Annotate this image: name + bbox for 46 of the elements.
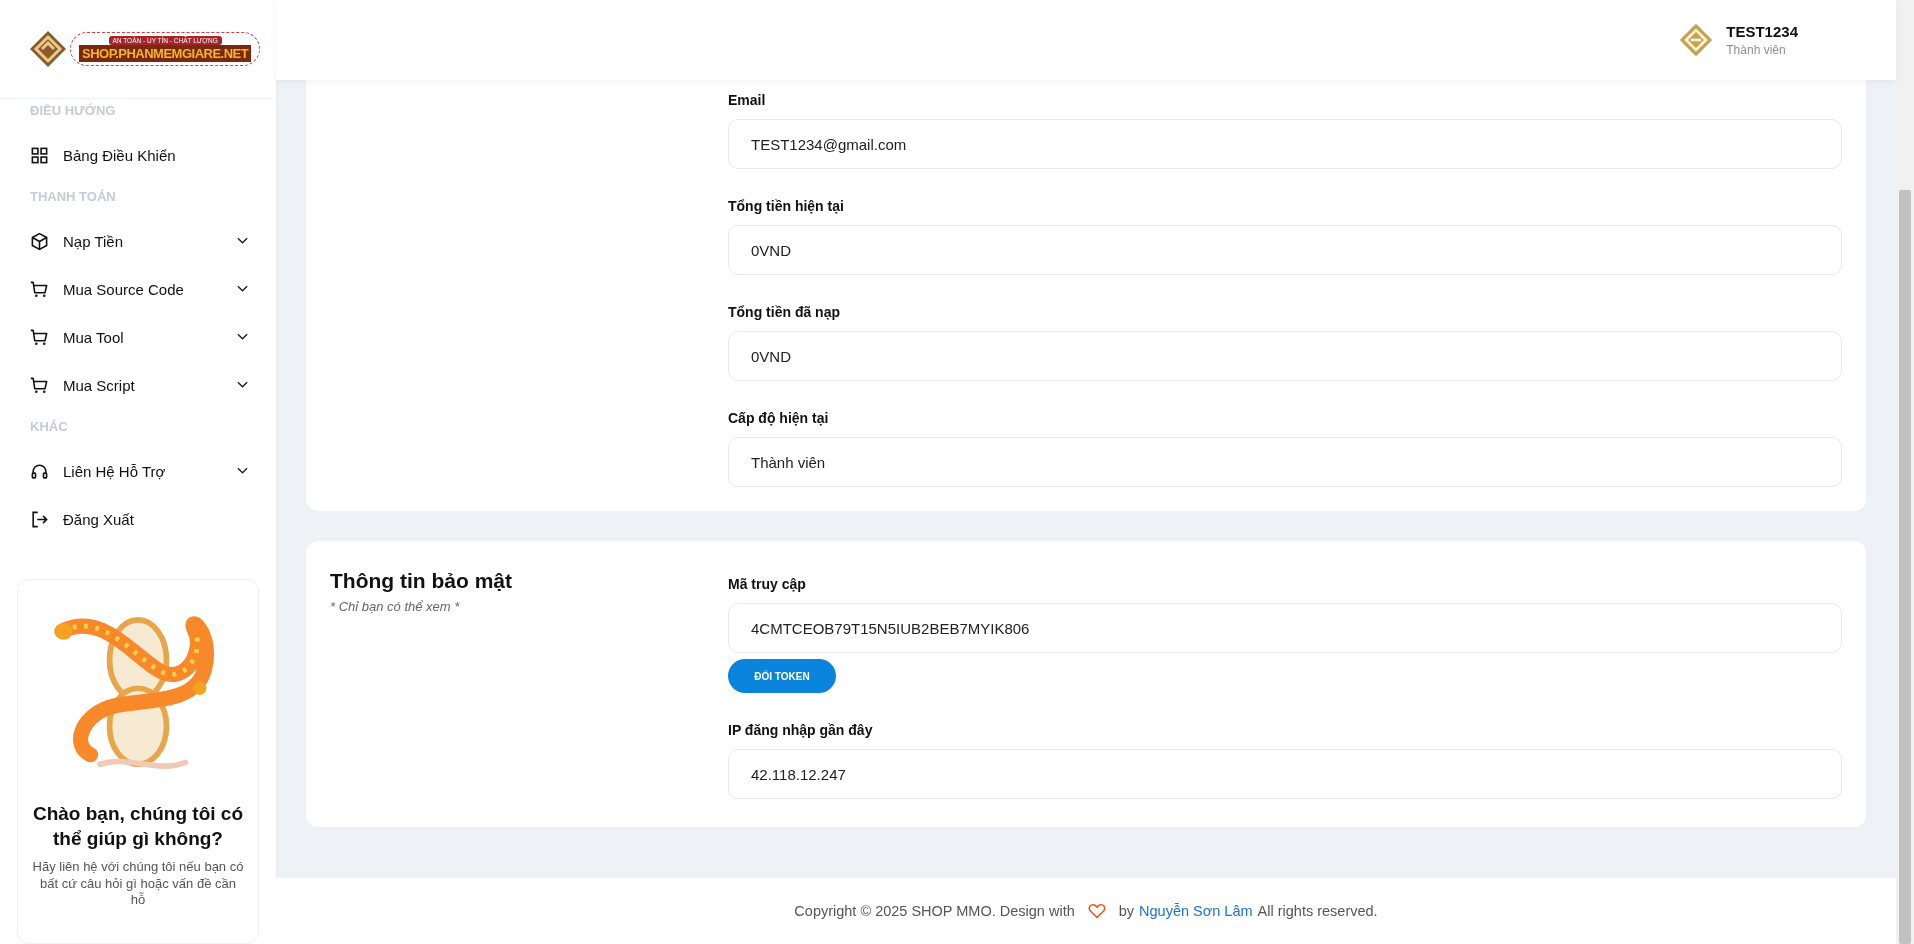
- card-note: * Chỉ bạn có thể xem *: [330, 599, 461, 614]
- change-token-button[interactable]: ĐỔI TOKEN: [728, 659, 836, 693]
- cart-icon: [30, 279, 49, 299]
- help-text: Hãy liên hệ với chúng tôi nếu bạn có bất cứ câu hỏi gì hoặc vấn đề cần hỗ: [32, 859, 244, 909]
- menu-item[interactable]: Mua Tool: [30, 313, 248, 361]
- cube-icon: [30, 231, 49, 251]
- chevron-down-icon: [237, 237, 248, 245]
- grid-icon: [30, 145, 49, 165]
- text-field[interactable]: 42.118.12.247: [728, 749, 1842, 799]
- menu-item[interactable]: Đăng Xuất: [30, 495, 248, 543]
- menu-item[interactable]: Liên Hệ Hỗ Trợ: [30, 447, 248, 495]
- text-field[interactable]: TEST1234@gmail.com: [728, 119, 1842, 169]
- field-label: IP đăng nhập gần đây: [728, 721, 874, 740]
- scrollbar[interactable]: [1896, 0, 1914, 944]
- copyright-text: Copyright © 2025 SHOP MMO. Design with by Nguyễn Sơn Lâm All rights reserved.: [794, 903, 1378, 919]
- field-label: Tổng tiền hiện tại: [728, 197, 845, 216]
- help-title: Chào bạn, chúng tôi có thể giúp gì không?: [32, 802, 244, 851]
- cart-icon: [30, 327, 49, 347]
- menu-item[interactable]: Mua Source Code: [30, 265, 248, 313]
- field-label: Mã truy cập: [728, 575, 807, 594]
- field-label: Cấp độ hiện tại: [728, 409, 830, 428]
- chevron-down-icon: [237, 381, 248, 389]
- card-title: Thông tin bảo mật: [330, 569, 513, 593]
- menu-section-title: THANH TOÁN: [30, 188, 117, 206]
- user-role: Thành viên: [1726, 43, 1787, 57]
- text-field[interactable]: Thành viên: [728, 437, 1842, 487]
- text-field[interactable]: 0VND: [728, 225, 1842, 275]
- menu-item[interactable]: Bảng Điều Khiển: [30, 131, 248, 179]
- logout-icon: [30, 509, 49, 529]
- text-field[interactable]: 4CMTCEOB79T15N5IUB2BEB7MYIK806: [728, 603, 1842, 653]
- text-field[interactable]: 0VND: [728, 331, 1842, 381]
- user-name: TEST1234: [1726, 23, 1798, 40]
- field-label: Tổng tiền đã nạp: [728, 303, 841, 322]
- author-link[interactable]: Nguyễn Sơn Lâm: [1139, 903, 1253, 919]
- avatar-icon[interactable]: [1678, 22, 1715, 58]
- field-label: Email: [728, 91, 767, 110]
- heart-icon: [1087, 903, 1106, 919]
- chevron-down-icon: [237, 467, 248, 475]
- chevron-down-icon: [237, 333, 248, 341]
- chevron-down-icon: [237, 285, 248, 293]
- cart-icon: [30, 375, 49, 395]
- menu-section-title: ĐIỀU HƯỚNG: [30, 102, 117, 120]
- menu-item[interactable]: Nạp Tiền: [30, 217, 248, 265]
- menu-section-title: KHÁC: [30, 418, 69, 436]
- headset-icon: [30, 461, 49, 481]
- menu-item[interactable]: Mua Script: [30, 361, 248, 409]
